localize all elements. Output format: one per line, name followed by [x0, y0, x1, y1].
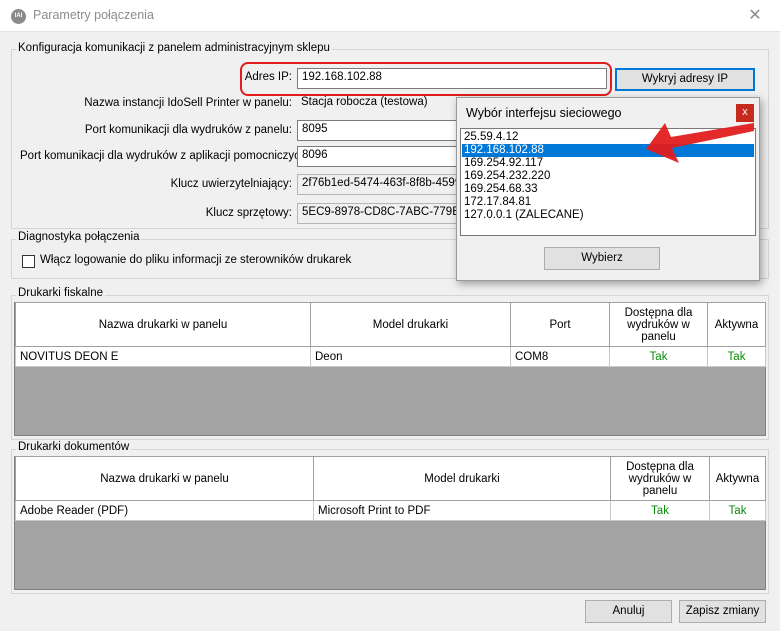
fiscal-printers-table: Nazwa drukarki w panelu Model drukarki P… [15, 302, 766, 367]
helper-port-label: Port komunikacji dla wydruków z aplikacj… [20, 150, 310, 162]
list-item[interactable]: 25.59.4.12 [462, 131, 754, 144]
column-header-model[interactable]: Model drukarki [313, 456, 611, 501]
column-header-model[interactable]: Model drukarki [310, 302, 511, 347]
network-interface-dialog: Wybór interfejsu sieciowego x 25.59.4.12… [456, 97, 760, 281]
ip-address-input[interactable]: 192.168.102.88 [297, 68, 607, 89]
app-icon: IAI [11, 9, 26, 24]
detect-ip-button[interactable]: Wykryj adresy IP [615, 68, 755, 91]
panel-port-label: Port komunikacji dla wydruków z panelu: [84, 124, 292, 136]
hardware-key-label: Klucz sprzętowy: [205, 207, 292, 219]
connection-legend: Konfiguracja komunikacji z panelem admin… [16, 42, 332, 54]
table-row[interactable]: Adobe Reader (PDF) Microsoft Print to PD… [15, 500, 766, 521]
select-button[interactable]: Wybierz [544, 247, 660, 270]
save-button[interactable]: Zapisz zmiany [679, 600, 766, 623]
instance-name-label: Nazwa instancji IdoSell Printer w panelu… [84, 97, 292, 109]
cell-printer-model[interactable]: Deon [310, 346, 511, 367]
logging-checkbox-label[interactable]: Włącz logowanie do pliku informacji ze s… [40, 254, 351, 266]
list-item[interactable]: 169.254.232.220 [462, 170, 754, 183]
column-header-name[interactable]: Nazwa drukarki w panelu [15, 302, 311, 347]
fiscal-legend: Drukarki fiskalne [16, 287, 105, 299]
table-header-row: Nazwa drukarki w panelu Model drukarki P… [15, 302, 766, 347]
cell-printer-name[interactable]: NOVITUS DEON E [15, 346, 311, 367]
list-item[interactable]: 127.0.0.1 (ZALECANE) [462, 209, 754, 222]
column-header-port[interactable]: Port [510, 302, 610, 347]
auth-key-label: Klucz uwierzytelniający: [170, 178, 292, 190]
helper-port-input[interactable]: 8096 [297, 146, 459, 167]
cell-active[interactable]: Tak [709, 500, 766, 521]
list-item[interactable]: 172.17.84.81 [462, 196, 754, 209]
title-bar: IAI Parametry połączenia ✕ [0, 0, 780, 32]
cell-available[interactable]: Tak [609, 346, 708, 367]
documents-legend: Drukarki dokumentów [16, 441, 132, 453]
dialog-title: Wybór interfejsu sieciowego [466, 106, 622, 120]
window-close-button[interactable]: ✕ [735, 3, 775, 29]
interface-listbox[interactable]: 25.59.4.12 192.168.102.88 169.254.92.117… [460, 128, 756, 236]
auth-key-field[interactable]: 2f76b1ed-5474-463f-8f8b-45997e [297, 174, 459, 195]
list-item[interactable]: 169.254.92.117 [462, 157, 754, 170]
hardware-key-field[interactable]: 5EC9-8978-CD8C-7ABC-779B-5C [297, 203, 459, 224]
table-row[interactable]: NOVITUS DEON E Deon COM8 Tak Tak [15, 346, 766, 367]
list-item-selected[interactable]: 192.168.102.88 [462, 144, 754, 157]
column-header-name[interactable]: Nazwa drukarki w panelu [15, 456, 314, 501]
column-header-active[interactable]: Aktywna [707, 302, 766, 347]
cell-printer-name[interactable]: Adobe Reader (PDF) [15, 500, 314, 521]
ip-label: Adres IP: [244, 71, 292, 83]
cell-printer-model[interactable]: Microsoft Print to PDF [313, 500, 611, 521]
column-header-available[interactable]: Dostępna dla wydruków w panelu [610, 456, 710, 501]
column-header-active[interactable]: Aktywna [709, 456, 766, 501]
cell-available[interactable]: Tak [610, 500, 710, 521]
panel-port-input[interactable]: 8095 [297, 120, 459, 141]
cell-printer-port[interactable]: COM8 [510, 346, 610, 367]
column-header-available[interactable]: Dostępna dla wydruków w panelu [609, 302, 708, 347]
dialog-close-button[interactable]: x [736, 104, 754, 122]
cell-active[interactable]: Tak [707, 346, 766, 367]
window-title: Parametry połączenia [33, 8, 154, 22]
instance-name-value: Stacja robocza (testowa) [301, 96, 428, 108]
document-printers-table: Nazwa drukarki w panelu Model drukarki D… [15, 456, 766, 521]
list-item[interactable]: 169.254.68.33 [462, 183, 754, 196]
logging-checkbox[interactable] [22, 255, 35, 268]
table-header-row: Nazwa drukarki w panelu Model drukarki D… [15, 456, 766, 501]
cancel-button[interactable]: Anuluj [585, 600, 672, 623]
diagnostics-legend: Diagnostyka połączenia [16, 231, 142, 243]
